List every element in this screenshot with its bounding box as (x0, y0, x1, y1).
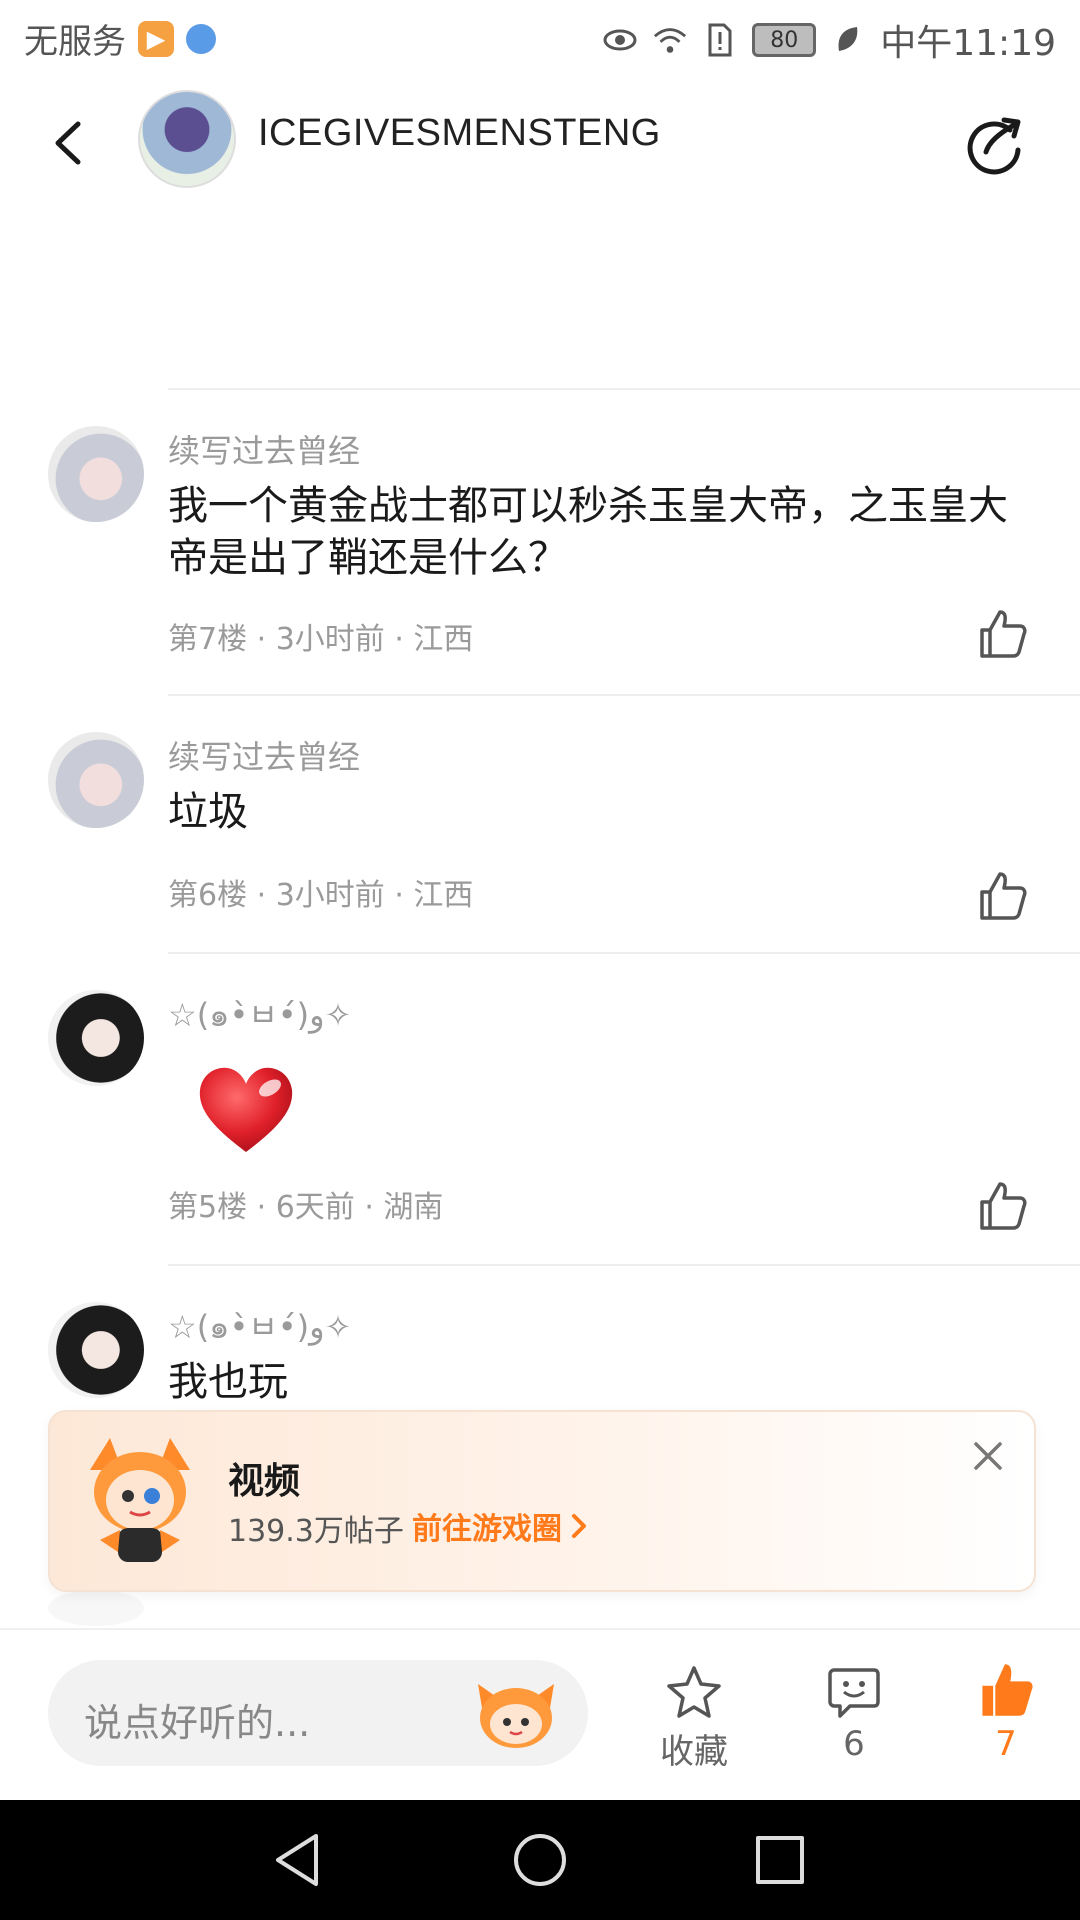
wifi-icon (652, 22, 688, 58)
commenter-name[interactable]: ☆(๑•̀ㅂ•́)و✧ (168, 1302, 351, 1353)
commenter-name[interactable]: ☆(๑•̀ㅂ•́)و✧ (168, 990, 351, 1041)
status-bar: 无服务 ▶ 80 中午11:19 (0, 0, 1080, 72)
commenter-name[interactable]: 续写过去曾经 (168, 732, 360, 778)
system-navigation-bar (0, 1800, 1080, 1920)
comment-meta: 第7楼 · 3小时前 · 江西 (168, 622, 474, 657)
status-left: 无服务 ▶ (24, 14, 216, 63)
comment-item: ☆(๑•̀ㅂ•́)و✧ 我也玩 (0, 1276, 1080, 1416)
heart-emoji (194, 1064, 298, 1156)
circle-home-icon (514, 1834, 566, 1886)
nav-recents-button[interactable] (752, 1832, 808, 1892)
thumbs-up-filled-icon (982, 1664, 1033, 1716)
comment-item: 续写过去曾经 我一个黄金战士都可以秒杀玉皇大帝，之玉皇大帝是出了鞘还是什么？ 第… (0, 400, 1080, 690)
comment-meta: 第6楼 · 3小时前 · 江西 (168, 878, 474, 913)
close-icon (974, 1442, 1002, 1470)
thumbs-up-icon (980, 872, 1027, 920)
go-to-game-circle-link[interactable]: 前往游戏圈 (412, 1504, 588, 1548)
commenter-avatar[interactable] (48, 426, 144, 522)
sim-alert-icon (702, 22, 738, 58)
divider (168, 1264, 1080, 1266)
divider (168, 952, 1080, 954)
star-icon (667, 1666, 721, 1718)
chevron-left-icon (55, 121, 81, 165)
comment-like-button[interactable] (974, 1178, 1030, 1234)
banner-title: 视频 (228, 1461, 301, 1502)
like-count: 7 (995, 1724, 1017, 1764)
battery-indicator: 80 (752, 23, 817, 57)
comment-like-button[interactable] (974, 606, 1030, 662)
commenter-name[interactable]: 续写过去曾经 (168, 426, 360, 472)
banner-close-button[interactable] (968, 1436, 1008, 1476)
like-button[interactable]: 7 (964, 1660, 1048, 1764)
status-right: 80 中午11:19 (602, 14, 1056, 66)
share-icon (967, 117, 1021, 175)
comment-count: 6 (843, 1724, 865, 1764)
commenter-avatar[interactable] (48, 1302, 144, 1398)
comment-text: 垃圾 (168, 789, 248, 835)
square-recents-icon (756, 1836, 804, 1884)
banner-post-count: 139.3万帖子 (228, 1514, 404, 1549)
leaf-icon (830, 22, 866, 58)
thumbs-up-icon (980, 1182, 1027, 1230)
banner-link-label: 前往游戏圈 (412, 1512, 562, 1547)
back-button[interactable] (40, 108, 100, 178)
author-avatar[interactable] (138, 90, 236, 188)
nav-home-button[interactable] (510, 1830, 570, 1894)
clock-text: 中午11:19 (880, 23, 1056, 64)
favorite-button[interactable]: 收藏 (650, 1664, 738, 1773)
comment-item: ☆(๑•̀ㅂ•́)و✧ 第5楼 · 6天前 · 湖南 (0, 964, 1080, 1264)
sticker-button[interactable] (474, 1678, 558, 1750)
favorite-label: 收藏 (660, 1732, 728, 1772)
mascot-image (70, 1430, 210, 1570)
commenter-avatar[interactable] (48, 990, 144, 1086)
comment-text: 我也玩 (168, 1359, 288, 1405)
commenter-avatar[interactable] (48, 732, 144, 828)
mascot-face-icon (478, 1684, 554, 1748)
comment-like-button[interactable] (974, 868, 1030, 924)
comment-text: 我一个黄金战士都可以秒杀玉皇大帝，之玉皇大帝是出了鞘还是什么？ (168, 483, 1008, 581)
comment-bubble-icon (828, 1668, 880, 1718)
faded-avatar (48, 1590, 144, 1626)
share-button[interactable] (960, 108, 1030, 178)
author-name[interactable]: ICEGIVESMENSTENG (258, 112, 661, 155)
eye-icon (602, 22, 638, 58)
thumbs-up-icon (980, 610, 1027, 658)
chevron-right-icon (572, 1514, 586, 1538)
carrier-text: 无服务 (24, 22, 126, 62)
browser-app-icon (186, 23, 216, 54)
divider (168, 388, 1080, 390)
video-app-icon: ▶ (138, 20, 174, 57)
comments-button[interactable]: 6 (814, 1664, 894, 1764)
nav-back-button[interactable] (270, 1830, 326, 1894)
comment-item: 续写过去曾经 垃圾 第6楼 · 3小时前 · 江西 (0, 706, 1080, 946)
comment-meta: 第5楼 · 6天前 · 湖南 (168, 1190, 444, 1225)
triangle-back-icon (276, 1834, 318, 1886)
divider (168, 694, 1080, 696)
comment-input-placeholder[interactable]: 说点好听的... (84, 1692, 310, 1747)
